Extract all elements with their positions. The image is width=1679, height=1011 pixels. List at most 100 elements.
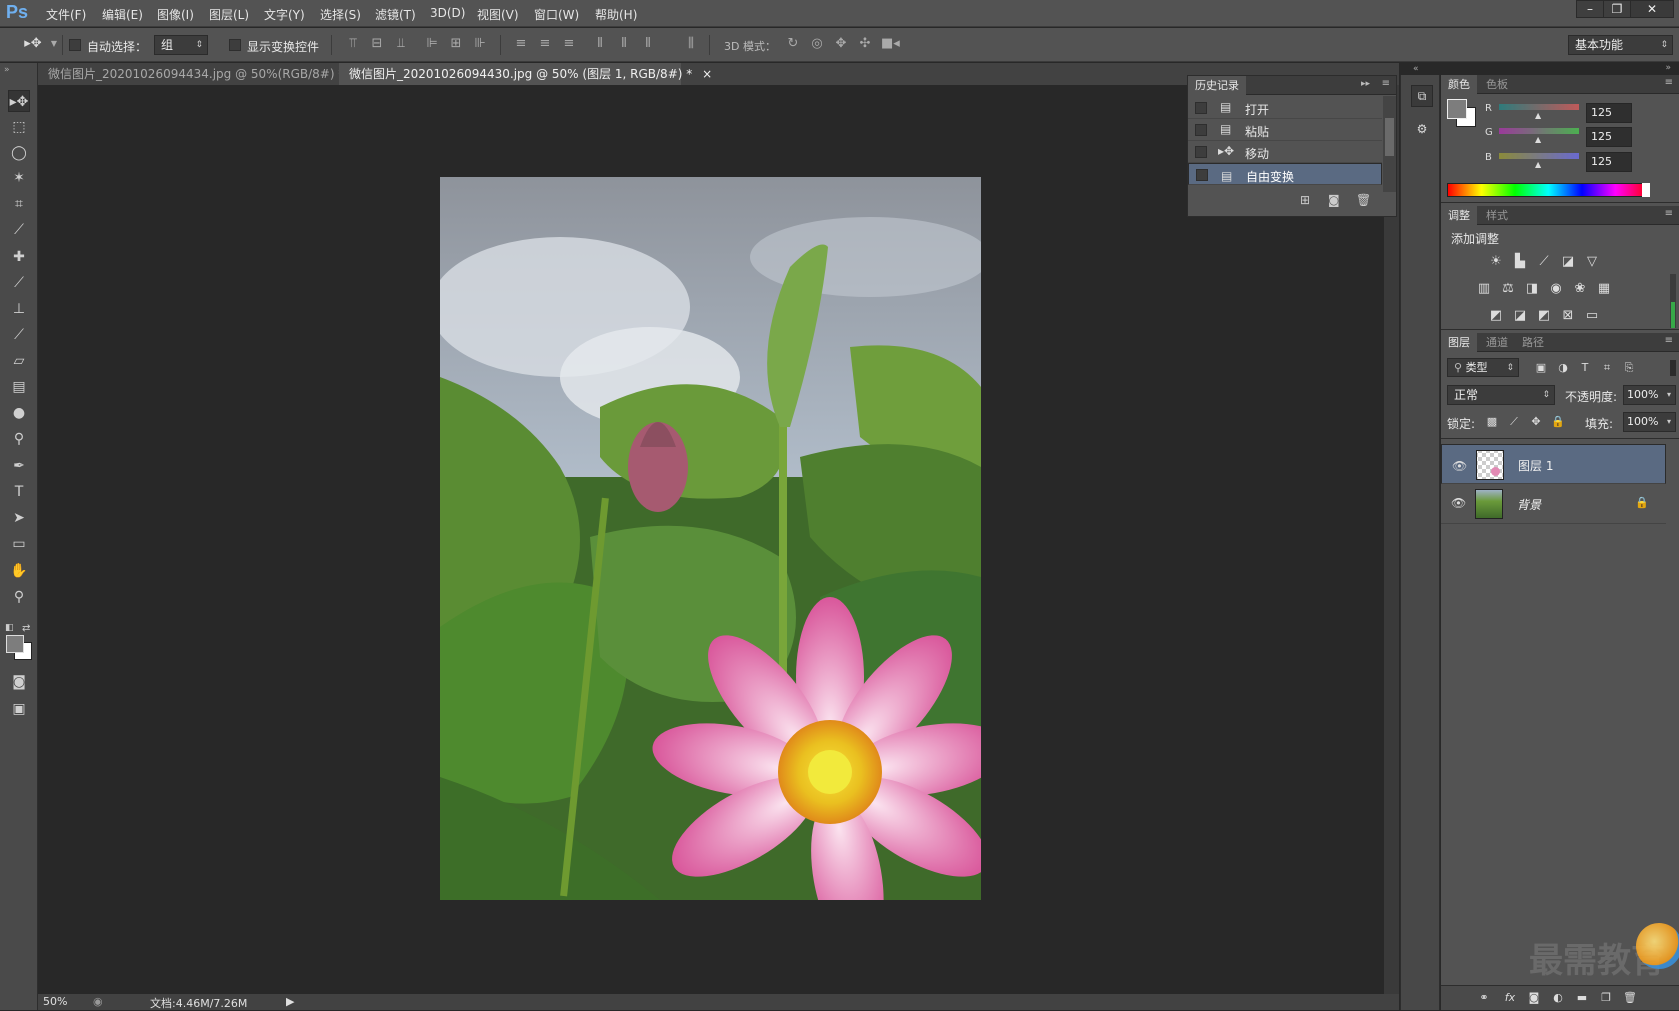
snapshot-checkbox[interactable] (1195, 146, 1207, 158)
collapse-right-icon[interactable]: » (1665, 63, 1671, 73)
history-item[interactable]: ▸✥ 移动 (1188, 141, 1382, 163)
distribute-hcenter-icon[interactable]: ⦀ (616, 36, 632, 52)
eye-icon[interactable]: 👁 (1452, 457, 1467, 475)
adjustment-filter-icon[interactable]: ◑ (1554, 360, 1572, 376)
marquee-tool-icon[interactable]: ⬚ (8, 116, 30, 138)
green-slider[interactable] (1499, 128, 1579, 134)
default-colors-icon[interactable]: ◧ (5, 623, 14, 633)
close-tab-icon[interactable]: × (702, 67, 712, 81)
type-filter-icon[interactable]: T (1576, 360, 1594, 376)
panel-menu-icon[interactable]: ≡ (1665, 208, 1673, 219)
menu-filter[interactable]: 滤镜(T) (375, 6, 416, 23)
screen-mode-icon[interactable]: ▣ (8, 698, 30, 720)
blur-tool-icon[interactable]: ● (8, 402, 30, 424)
status-info-icon[interactable]: ◉ (93, 995, 103, 1008)
history-brush-icon[interactable]: ⟋ (8, 324, 30, 346)
3d-roll-icon[interactable]: ◎ (809, 36, 825, 52)
lock-transparent-icon[interactable]: ▩ (1483, 414, 1501, 430)
clone-stamp-icon[interactable]: ⊥ (8, 298, 30, 320)
layer-name[interactable]: 背景 (1517, 496, 1541, 513)
curves-icon[interactable]: ⟋ (1535, 254, 1553, 270)
3d-scale-icon[interactable]: ■◂ (881, 36, 900, 52)
red-value-input[interactable]: 125 (1586, 103, 1632, 123)
menu-window[interactable]: 窗口(W) (534, 6, 579, 23)
invert-icon[interactable]: ◩ (1487, 308, 1505, 324)
status-menu-arrow-icon[interactable]: ▶ (286, 995, 294, 1008)
posterize-icon[interactable]: ◪ (1511, 308, 1529, 324)
restore-button[interactable]: ❐ (1603, 0, 1631, 18)
trash-icon[interactable]: 🗑 (1356, 193, 1371, 207)
fill-input[interactable]: 100% ▾ (1623, 412, 1676, 432)
tab-styles[interactable]: 样式 (1479, 206, 1515, 225)
snapshot-checkbox[interactable] (1195, 124, 1207, 136)
zoom-tool-icon[interactable]: ⚲ (8, 586, 30, 608)
swap-colors-icon[interactable]: ⇄ (22, 623, 30, 634)
distribute-left-icon[interactable]: ⦀ (592, 36, 608, 52)
threshold-icon[interactable]: ◩ (1535, 308, 1553, 324)
vibrance-icon[interactable]: ▽ (1583, 254, 1601, 270)
camera-icon[interactable]: ◙ (1328, 193, 1340, 207)
hand-tool-icon[interactable]: ✋ (8, 560, 30, 582)
show-transform-checkbox[interactable] (229, 39, 241, 51)
selective-color-icon[interactable]: ⊠ (1559, 308, 1577, 324)
menu-image[interactable]: 图像(I) (157, 6, 194, 23)
canvas-scrollbar[interactable] (1384, 85, 1399, 994)
shape-tool-icon[interactable]: ▭ (8, 533, 30, 555)
channel-mixer-icon[interactable]: ❀ (1571, 281, 1589, 297)
hue-saturation-icon[interactable]: ▥ (1475, 281, 1493, 297)
color-lookup-icon[interactable]: ▦ (1595, 281, 1613, 297)
doc-tab-2[interactable]: 微信图片_20201026094430.jpg @ 50% (图层 1, RGB… (339, 63, 712, 85)
eye-icon[interactable]: 👁 (1451, 496, 1466, 510)
scroll-thumb[interactable] (1671, 302, 1675, 328)
color-balance-icon[interactable]: ⚖ (1499, 281, 1517, 297)
crop-tool-icon[interactable]: ⌗ (8, 193, 30, 215)
pen-tool-icon[interactable]: ✒ (8, 455, 30, 477)
photo-filter-icon[interactable]: ◉ (1547, 281, 1565, 297)
foreground-color-swatch[interactable] (1447, 99, 1467, 119)
gradient-tool-icon[interactable]: ▤ (8, 376, 30, 398)
layer-filter-dropdown[interactable]: ⚲ 类型 ⇕ (1447, 358, 1519, 377)
black-white-icon[interactable]: ◨ (1523, 281, 1541, 297)
lock-position-icon[interactable]: ✥ (1527, 414, 1545, 430)
history-item[interactable]: ▤ 打开 (1188, 97, 1382, 119)
align-right-icon[interactable]: ⊪ (472, 36, 488, 52)
align-left-icon[interactable]: ⊫ (424, 36, 440, 52)
type-tool-icon[interactable]: T (8, 481, 30, 503)
3d-pan-icon[interactable]: ✥ (833, 36, 849, 52)
tab-adjustments[interactable]: 调整 (1441, 206, 1477, 225)
chevron-down-icon[interactable]: ▼ (46, 36, 62, 52)
menu-3d[interactable]: 3D(D) (430, 6, 465, 20)
fx-icon[interactable]: fx (1501, 990, 1519, 1006)
tab-color[interactable]: 颜色 (1441, 75, 1477, 94)
brightness-icon[interactable]: ☀ (1487, 254, 1505, 270)
snapshot-checkbox[interactable] (1196, 169, 1208, 181)
lotus-photo[interactable] (440, 177, 981, 900)
eraser-icon[interactable]: ▱ (8, 350, 30, 372)
menu-select[interactable]: 选择(S) (320, 6, 361, 23)
trash-icon[interactable]: 🗑 (1621, 990, 1639, 1006)
distribute-right-icon[interactable]: ⦀ (640, 36, 656, 52)
menu-help[interactable]: 帮助(H) (595, 6, 637, 23)
collapse-left-icon[interactable]: « (1413, 64, 1419, 74)
green-value-input[interactable]: 125 (1586, 127, 1632, 147)
red-slider[interactable] (1499, 104, 1579, 110)
group-folder-icon[interactable]: ▬ (1573, 990, 1591, 1006)
foreground-color-swatch[interactable] (6, 635, 24, 653)
move-tool-preset-icon[interactable]: ▸✥ (22, 36, 44, 52)
slider-handle[interactable]: ▲ (1535, 111, 1541, 120)
adjustment-layer-icon[interactable]: ◐ (1549, 990, 1567, 1006)
opacity-input[interactable]: 100% ▾ (1623, 385, 1676, 405)
doc-tab-1[interactable]: 微信图片_20201026094434.jpg @ 50%(RGB/8#) * … (38, 63, 364, 85)
blue-slider[interactable] (1499, 153, 1579, 159)
workspace-dropdown[interactable]: 基本功能 ⇕ (1568, 35, 1673, 55)
tab-layers[interactable]: 图层 (1441, 333, 1477, 352)
scroll-thumb[interactable] (1385, 118, 1394, 156)
lasso-tool-icon[interactable]: ◯ (8, 142, 30, 164)
menu-layer[interactable]: 图层(L) (209, 6, 249, 23)
move-tool-icon[interactable]: ▸✥ (8, 90, 30, 112)
panel-menu-icon[interactable]: ≡ (1665, 335, 1673, 346)
new-document-from-state-icon[interactable]: ⊞ (1300, 193, 1310, 207)
auto-select-checkbox[interactable] (69, 39, 81, 51)
new-layer-icon[interactable]: ❐ (1597, 990, 1615, 1006)
path-select-icon[interactable]: ➤ (8, 507, 30, 529)
